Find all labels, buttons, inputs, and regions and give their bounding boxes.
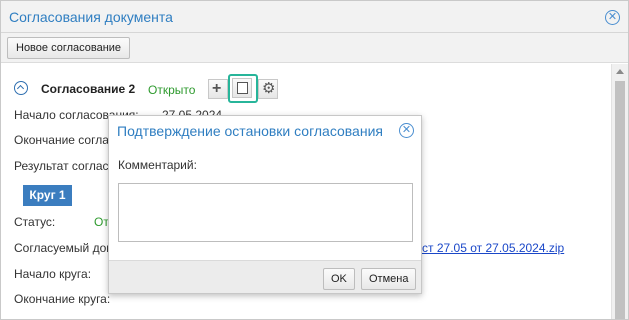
approval-title: Согласование 2 [41, 82, 136, 96]
stop-approval-button[interactable] [232, 78, 252, 98]
new-approval-button[interactable]: Новое согласование [7, 37, 131, 59]
dialog-title: Подтверждение остановки согласования [117, 123, 383, 139]
vertical-scrollbar[interactable] [611, 64, 628, 319]
status-label: Статус: [14, 215, 56, 229]
close-icon[interactable]: ✕ [605, 10, 620, 25]
round-start-label: Начало круга: [14, 267, 92, 281]
window-title: Согласования документа [9, 9, 173, 25]
dialog-close-icon[interactable]: ✕ [399, 123, 414, 138]
window-titlebar: Согласования документа ✕ [1, 1, 628, 33]
comment-field[interactable] [118, 183, 413, 242]
stop-square-icon [237, 82, 248, 94]
scroll-thumb[interactable] [615, 81, 625, 319]
settings-button[interactable]: ⚙ [258, 79, 278, 99]
add-button[interactable]: + [208, 79, 228, 99]
dialog-footer: OK Отмена [109, 260, 421, 293]
plus-icon: + [212, 80, 222, 97]
round-badge[interactable]: Круг 1 [23, 185, 72, 206]
toolbar: Новое согласование [1, 33, 628, 63]
cancel-button[interactable]: Отмена [361, 268, 417, 290]
scroll-up-arrow-icon[interactable] [616, 69, 624, 74]
gear-icon: ⚙ [262, 80, 276, 97]
approvals-window: Согласования документа ✕ Новое согласова… [0, 0, 629, 320]
ok-button[interactable]: OK [323, 268, 355, 290]
document-link[interactable]: тест 27.05 от 27.05.2024.zip [410, 241, 564, 255]
round-end-label: Окончание круга: [14, 292, 111, 306]
approval-status: Открыто [148, 83, 196, 97]
stop-confirmation-dialog: Подтверждение остановки согласования ✕ К… [108, 115, 422, 294]
comment-label: Комментарий: [118, 158, 197, 172]
chevron-up-icon[interactable] [14, 81, 28, 95]
dialog-header: Подтверждение остановки согласования ✕ [109, 116, 421, 146]
